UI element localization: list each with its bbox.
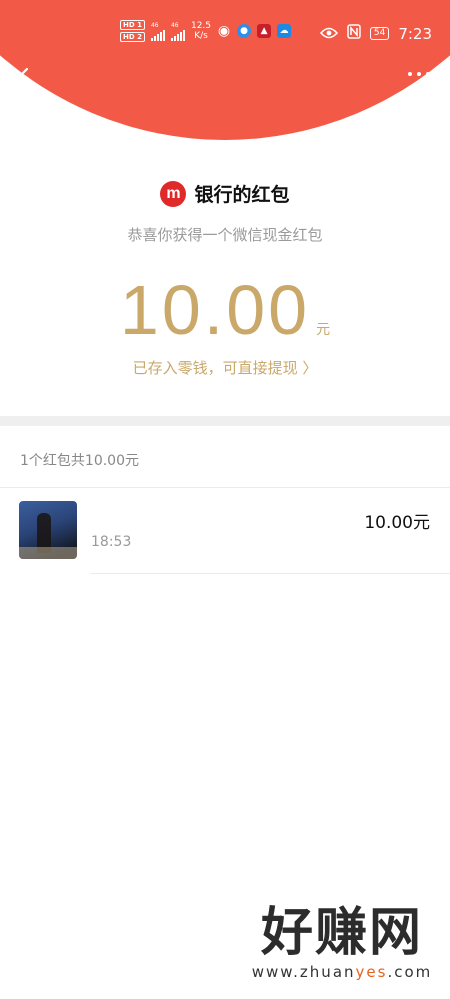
brand-logo-icon: m <box>160 180 187 207</box>
watermark-logo: 好赚网 <box>260 902 423 963</box>
section-divider <box>0 416 450 426</box>
battery-icon: 54 <box>369 27 390 40</box>
network-type-1: 46 <box>150 21 159 29</box>
network-speed: 12.5 K/s <box>191 21 211 41</box>
divider <box>90 573 450 574</box>
signal-bars-2-icon <box>170 29 185 41</box>
hd-indicators: HD 1 HD 2 <box>120 20 145 42</box>
brand-name: 银行的红包 <box>194 184 290 206</box>
hd1-badge: HD 1 <box>120 20 145 30</box>
watermark-url: www.zhuanyes.com <box>242 963 442 981</box>
cloud-icon: ☁ <box>277 24 292 38</box>
speed-unit: K/s <box>194 31 208 41</box>
status-left: HD 1 HD 2 46 46 12.5 K/s ◉ ● ▲ ☁ <box>120 20 292 42</box>
watermark: 好赚网 www.zhuanyes.com <box>242 902 442 982</box>
amount-value: 10.00 <box>119 271 311 349</box>
hd2-badge: HD 2 <box>120 32 145 42</box>
eye-icon <box>319 25 338 43</box>
app-red-icon: ▲ <box>257 24 272 38</box>
more-options-icon[interactable] <box>408 72 430 76</box>
sender-brand: m 银行的红包 <box>0 180 450 207</box>
greeting-subtitle: 恭喜你获得一个微信现金红包 <box>127 226 323 244</box>
signal-bars-1-icon <box>150 29 165 41</box>
header: HD 1 HD 2 46 46 12.5 K/s ◉ ● ▲ ☁ 54 7:23 <box>0 0 450 150</box>
status-right: 54 7:23 <box>319 24 432 43</box>
signal-2: 46 <box>170 21 185 41</box>
packet-summary: 1个红包共10.00元 <box>20 453 139 469</box>
withdraw-link[interactable]: 已存入零钱，可直接提现 〉 <box>0 357 450 378</box>
watermark-url-highlight: yes <box>355 963 388 981</box>
network-type-2: 46 <box>170 21 179 29</box>
browser-icon: ● <box>237 24 252 38</box>
amount-row: 10.00 元 <box>0 270 450 350</box>
list-item[interactable]: 18:53 10.00元 <box>0 488 450 572</box>
watermark-url-suffix: .com <box>387 963 433 981</box>
avatar[interactable] <box>19 501 77 559</box>
watermark-url-prefix: www.zhuan <box>251 963 356 981</box>
nfc-icon <box>347 24 361 43</box>
record-amount: 10.00元 <box>364 513 430 533</box>
status-bar: HD 1 HD 2 46 46 12.5 K/s ◉ ● ▲ ☁ 54 7:23 <box>0 0 450 60</box>
avatar-floor <box>19 547 77 559</box>
clock: 7:23 <box>398 24 432 43</box>
signal-1: 46 <box>150 21 165 41</box>
back-arrow-icon[interactable] <box>12 66 32 92</box>
record-time: 18:53 <box>91 534 132 550</box>
wechat-icon: ◉ <box>217 23 231 39</box>
amount-unit: 元 <box>316 322 331 338</box>
speed-value: 12.5 <box>190 21 212 31</box>
